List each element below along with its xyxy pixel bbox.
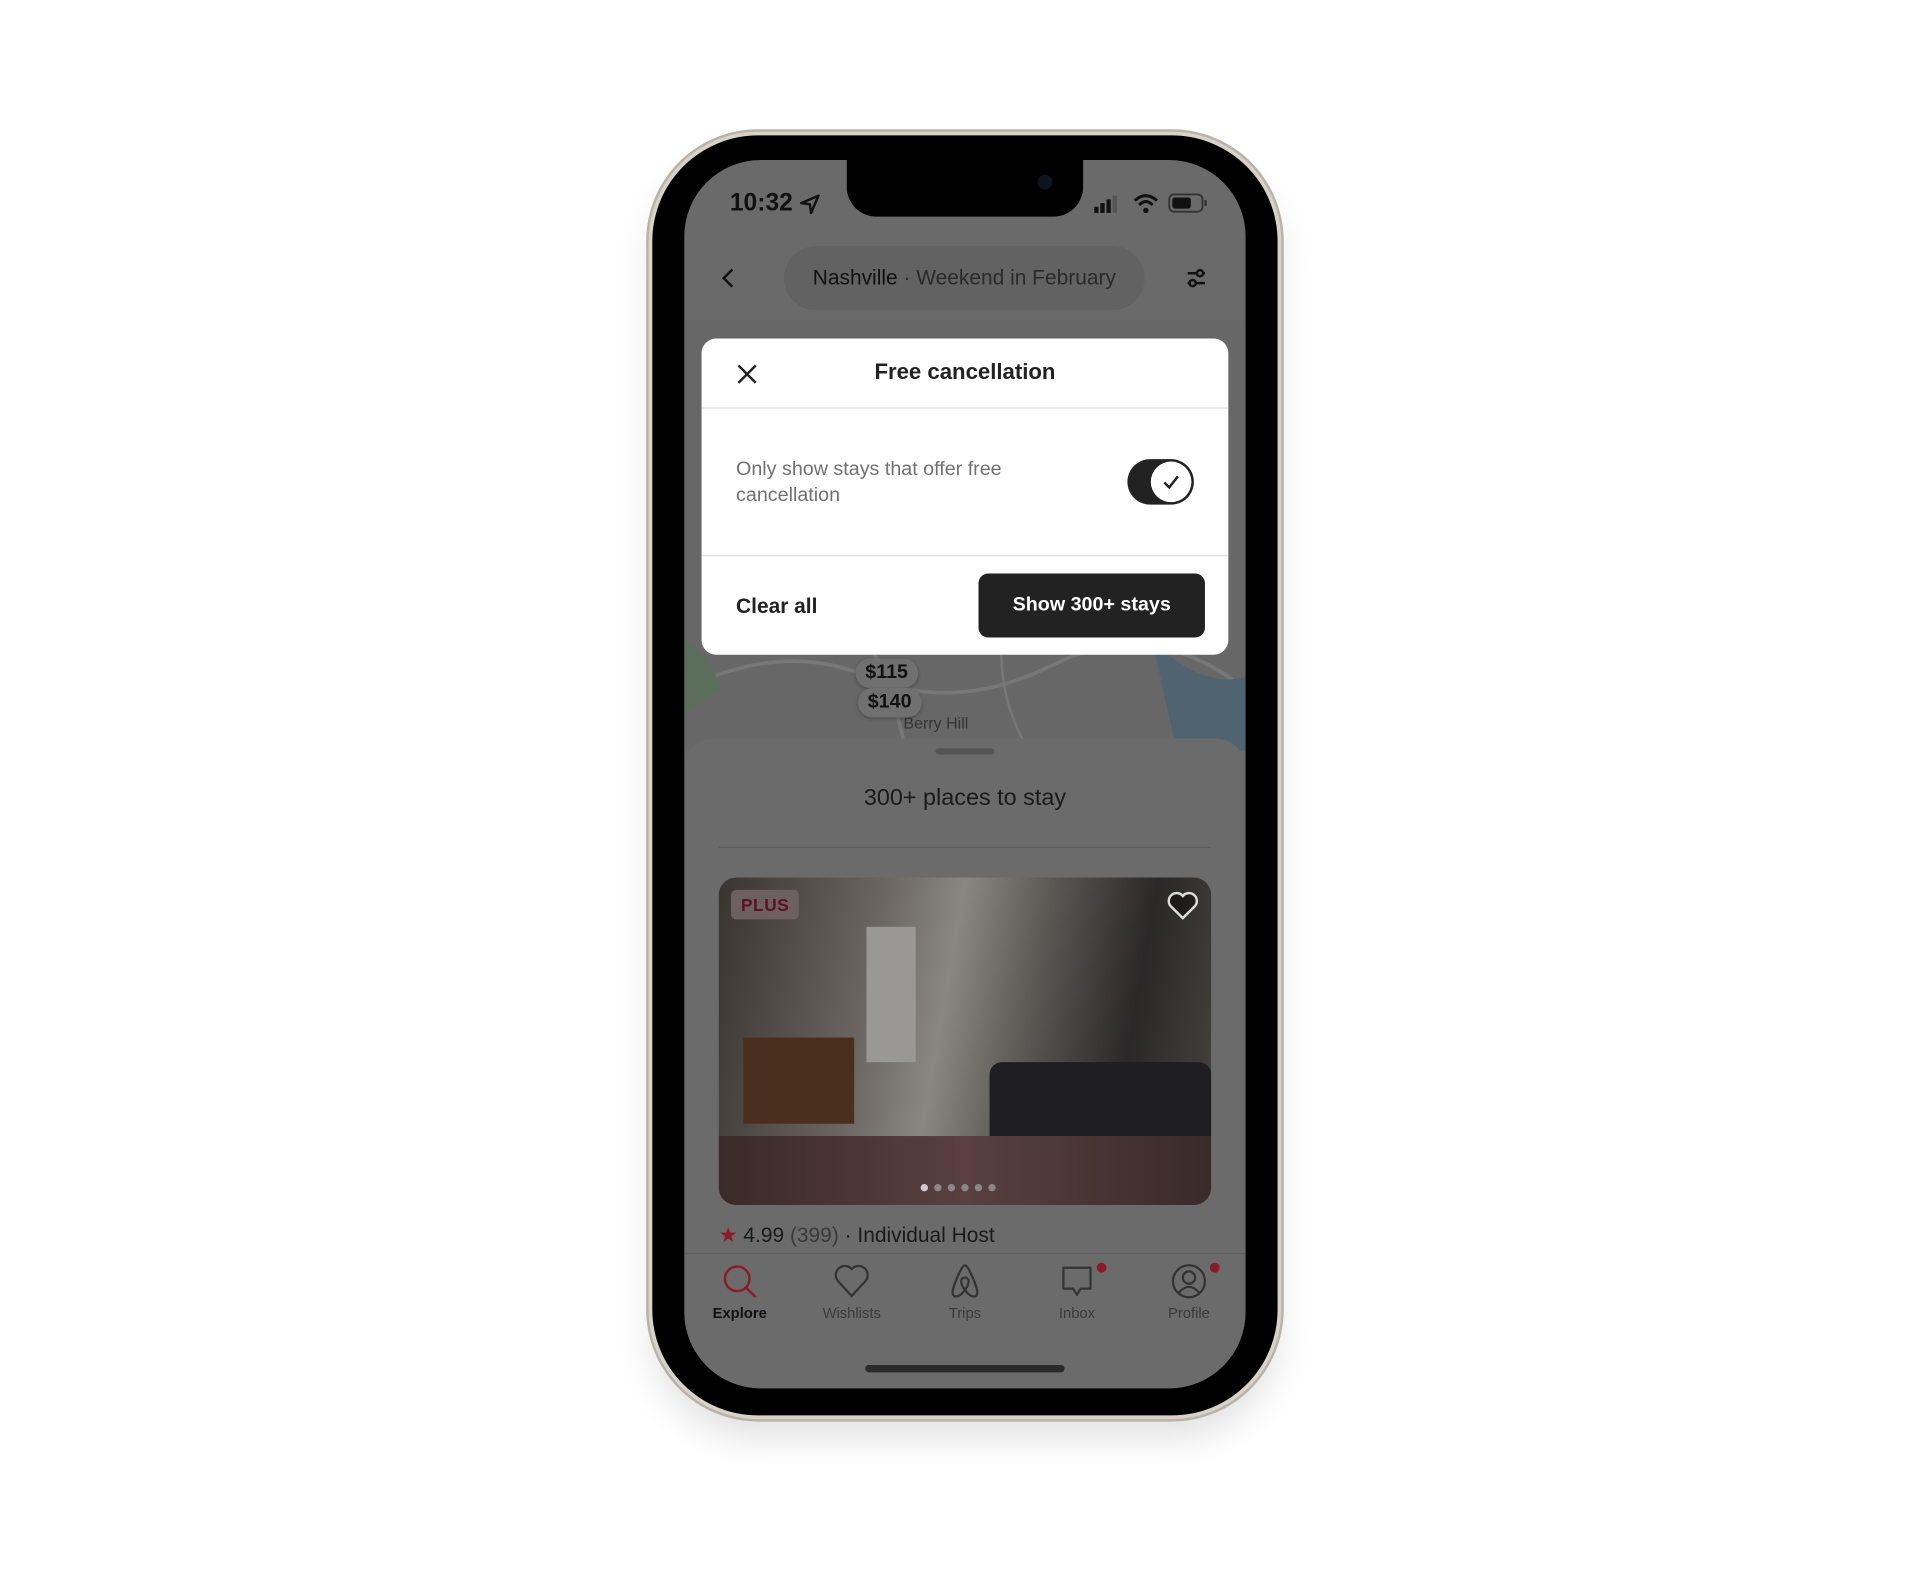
power-button [1277, 516, 1283, 670]
tab-label: Profile [1168, 1304, 1210, 1322]
photo-dot[interactable] [961, 1184, 969, 1192]
show-stays-button[interactable]: Show 300+ stays [978, 573, 1205, 638]
free-cancellation-modal: Free cancellation Only show stays that o… [701, 338, 1229, 655]
photo-dots [920, 1184, 996, 1192]
sliders-icon[interactable] [1185, 267, 1207, 289]
tab-profile[interactable]: Profile [1140, 1262, 1238, 1322]
listing-rating-line: ★ 4.99 (399) · Individual Host [719, 1223, 995, 1248]
host-type: · Individual Host [844, 1223, 995, 1247]
photo-dot[interactable] [934, 1184, 942, 1192]
tab-label: Explore [712, 1304, 767, 1322]
sheet-handle[interactable] [935, 748, 995, 755]
photo-dot[interactable] [947, 1184, 956, 1192]
notification-dot [1209, 1262, 1220, 1273]
dates-label: Weekend in February [916, 265, 1116, 290]
signal-icon [1094, 195, 1117, 213]
results-title: 300+ places to stay [863, 785, 1067, 812]
location-arrow-icon [800, 194, 820, 215]
tab-trips[interactable]: Trips [916, 1263, 1014, 1322]
rating: 4.99 [743, 1223, 785, 1247]
check-icon [1163, 475, 1179, 490]
sideboard [743, 1037, 855, 1124]
airbnb-logo-icon [951, 1264, 979, 1298]
status-time: 10:32 [729, 189, 793, 217]
modal-title: Free cancellation [874, 359, 1056, 385]
review-count: (399) [789, 1223, 839, 1247]
back-chevron-icon[interactable] [719, 266, 739, 291]
listing-photo[interactable]: PLUS [718, 877, 1212, 1205]
wifi-icon [1133, 194, 1158, 214]
rug [718, 1136, 1212, 1205]
tab-inbox[interactable]: Inbox [1028, 1262, 1126, 1322]
location-label: Nashville [812, 265, 898, 290]
tab-explore[interactable]: Explore [690, 1263, 788, 1322]
doorway [866, 926, 916, 1063]
map-place-label: Berry Hill [903, 713, 969, 733]
divider [701, 555, 1229, 557]
tab-label: Inbox [1058, 1304, 1096, 1322]
heart-icon[interactable] [1166, 890, 1200, 922]
divider [701, 407, 1229, 409]
photo-dot[interactable] [974, 1184, 983, 1192]
toggle-knob [1150, 461, 1192, 503]
tab-wishlists[interactable]: Wishlists [802, 1263, 900, 1322]
battery-icon [1168, 193, 1207, 213]
tab-label: Wishlists [822, 1304, 881, 1322]
home-indicator[interactable] [865, 1364, 1065, 1373]
photo-dot[interactable] [988, 1184, 996, 1192]
search-pill[interactable]: Nashville · Weekend in February [784, 246, 1145, 311]
clear-all-button[interactable]: Clear all [736, 594, 817, 619]
message-icon [1062, 1266, 1092, 1296]
plus-badge: PLUS [731, 889, 800, 920]
search-icon [723, 1265, 757, 1299]
price-pin[interactable]: $115 [855, 658, 918, 689]
tab-label: Trips [948, 1304, 982, 1322]
notch [846, 160, 1084, 217]
heart-icon [834, 1264, 869, 1298]
tabbar-divider [684, 1252, 1246, 1255]
option-label: Only show stays that offer free cancella… [736, 459, 1002, 506]
notification-dot [1096, 1262, 1107, 1273]
photo-dot[interactable] [920, 1184, 929, 1192]
camera [1037, 174, 1053, 190]
free-cancellation-toggle[interactable] [1127, 459, 1194, 505]
user-circle-icon [1171, 1264, 1207, 1299]
separator: · [897, 265, 917, 290]
divider [718, 846, 1212, 849]
star-icon: ★ [718, 1223, 738, 1247]
